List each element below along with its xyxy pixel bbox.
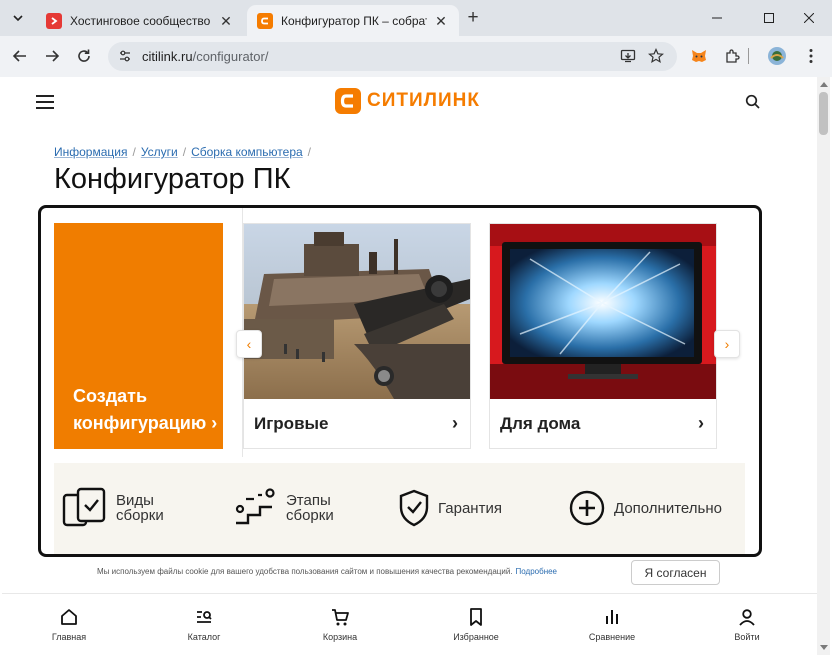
tab-title: Хостинговое сообщество «Tim	[70, 13, 212, 28]
cookie-more-link[interactable]: Подробнее	[516, 567, 558, 576]
nav-item-compare[interactable]: Сравнение	[572, 606, 652, 652]
site-info-button[interactable]	[114, 45, 136, 67]
search-icon[interactable]	[744, 93, 762, 111]
nav-item-catalog[interactable]: Каталог	[164, 606, 244, 652]
nav-label: Корзина	[322, 632, 358, 642]
extensions-icon[interactable]	[721, 45, 743, 67]
bottom-navigation: Главная Каталог Корзина Избранное Сравне…	[2, 593, 817, 655]
breadcrumb: Информация / Услуги / Сборка компьютера /	[54, 145, 316, 159]
tab-search-button[interactable]	[7, 7, 29, 29]
close-tab-icon[interactable]: ✕	[218, 13, 234, 29]
close-window-button[interactable]	[786, 0, 832, 36]
maximize-icon	[764, 13, 774, 23]
breadcrumb-separator: /	[182, 145, 187, 159]
arrow-right-icon	[46, 50, 60, 62]
page-title: Конфигуратор ПК	[54, 163, 291, 195]
breadcrumb-separator: /	[132, 145, 136, 159]
tab-title: Конфигуратор ПК – собрать ко	[281, 13, 427, 28]
close-tab-icon[interactable]: ✕	[433, 13, 449, 29]
nav-item-login[interactable]: Войти	[707, 606, 787, 652]
breadcrumb-item-pc-assembly[interactable]: Сборка компьютера	[191, 145, 303, 159]
page-scrollbar[interactable]	[817, 77, 830, 655]
minimize-button[interactable]	[694, 0, 740, 36]
nav-label: Войти	[734, 632, 760, 642]
brand-name: СИТИЛИНК	[367, 90, 480, 111]
compare-icon	[606, 610, 618, 624]
nav-item-home[interactable]: Главная	[29, 606, 109, 652]
tab-strip: Хостинговое сообщество «Tim ✕ Конфигурат…	[0, 0, 832, 36]
more-vertical-icon	[809, 49, 813, 63]
bookmark-star-icon[interactable]	[646, 46, 666, 66]
citilink-logo-icon	[335, 88, 361, 114]
highlight-frame	[38, 205, 762, 557]
scroll-thumb[interactable]	[819, 92, 828, 135]
cookie-accept-button[interactable]: Я согласен	[631, 560, 720, 585]
arrow-left-icon	[12, 50, 26, 62]
nav-label: Главная	[51, 632, 87, 642]
address-bar[interactable]: citilink.ru/configurator/	[108, 42, 677, 71]
site-logo[interactable]: СИТИЛИНК	[335, 87, 480, 115]
reload-button[interactable]	[72, 44, 96, 68]
tab-timeweb[interactable]: Хостинговое сообщество «Tim ✕	[36, 5, 244, 36]
user-icon	[739, 609, 755, 626]
cart-icon	[332, 609, 349, 626]
scroll-down-arrow-icon[interactable]	[820, 645, 828, 650]
tune-icon	[120, 50, 130, 62]
hamburger-menu-icon[interactable]	[36, 95, 54, 109]
tab-citilink[interactable]: Конфигуратор ПК – собрать ко ✕	[247, 5, 459, 36]
nav-label: Избранное	[453, 632, 499, 642]
metamask-extension-icon[interactable]	[688, 45, 710, 67]
bookmark-icon	[470, 608, 482, 626]
catalog-icon	[197, 611, 212, 623]
timeweb-favicon-icon	[46, 12, 62, 29]
breadcrumb-item-services[interactable]: Услуги	[141, 145, 178, 159]
close-icon	[804, 13, 814, 23]
breadcrumb-item-information[interactable]: Информация	[54, 145, 127, 159]
forward-button[interactable]	[40, 44, 64, 68]
profile-avatar[interactable]	[766, 45, 788, 67]
minimize-icon	[712, 17, 722, 19]
nav-item-favorites[interactable]: Избранное	[436, 606, 516, 652]
toolbar-divider	[743, 45, 753, 67]
home-icon	[61, 609, 77, 625]
install-app-icon[interactable]	[618, 46, 638, 66]
cookie-notice-text: Мы используем файлы cookie для вашего уд…	[97, 567, 513, 576]
nav-label: Сравнение	[588, 632, 636, 642]
nav-item-cart[interactable]: Корзина	[300, 606, 380, 652]
nav-label: Каталог	[187, 632, 221, 642]
browser-menu-button[interactable]	[800, 45, 822, 67]
chevron-down-icon	[13, 15, 23, 22]
url-text: citilink.ru/configurator/	[142, 49, 269, 64]
web-page: СИТИЛИНК Информация / Услуги / Сборка компью…	[2, 77, 817, 655]
citilink-favicon-icon	[257, 12, 273, 29]
cookie-notice: Мы используем файлы cookie для вашего уд…	[97, 567, 557, 576]
scroll-up-arrow-icon[interactable]	[820, 82, 828, 87]
breadcrumb-separator: /	[307, 145, 312, 159]
back-button[interactable]	[8, 44, 32, 68]
new-tab-button[interactable]: +	[463, 8, 483, 28]
reload-icon	[78, 49, 90, 62]
browser-toolbar: citilink.ru/configurator/	[0, 36, 832, 77]
